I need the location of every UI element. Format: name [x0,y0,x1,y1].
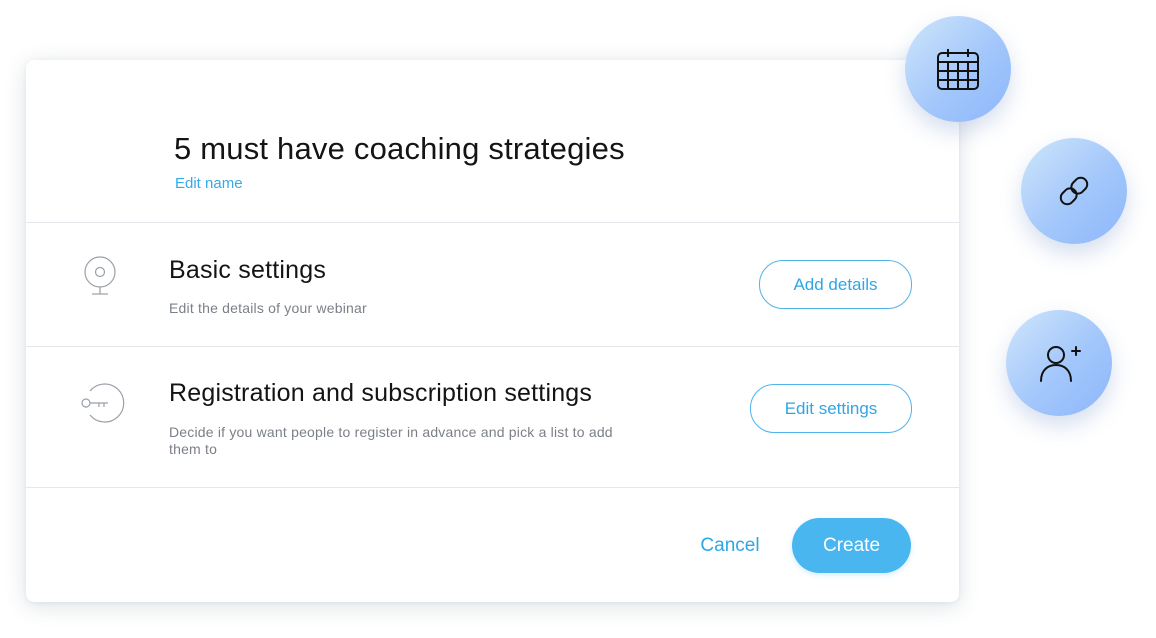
key-icon [78,379,126,427]
webcam-icon [78,250,126,298]
webinar-title: 5 must have coaching strategies [174,131,625,166]
dialog-footer: Cancel Create [26,488,959,602]
link-button[interactable] [1021,138,1127,244]
calendar-button[interactable] [905,16,1011,122]
registration-settings-section: Registration and subscription settings D… [26,347,959,488]
calendar-icon [937,49,979,90]
dialog-header: 5 must have coaching strategies Edit nam… [26,60,959,223]
basic-settings-section: Basic settings Edit the details of your … [26,223,959,347]
registration-settings-title: Registration and subscription settings [169,379,593,407]
basic-settings-title: Basic settings [169,256,327,284]
link-icon [1059,176,1089,206]
registration-settings-description: Decide if you want people to register in… [169,424,613,457]
add-user-icon [1040,346,1081,382]
basic-settings-description: Edit the details of your webinar [169,300,367,316]
add-user-button[interactable] [1006,310,1112,416]
edit-settings-button[interactable]: Edit settings [750,384,912,433]
create-webinar-dialog: 5 must have coaching strategies Edit nam… [26,60,959,602]
cancel-button[interactable]: Cancel [682,531,778,561]
create-button[interactable]: Create [792,518,911,573]
stage: 5 must have coaching strategies Edit nam… [0,0,1156,638]
add-details-button[interactable]: Add details [759,260,912,309]
edit-name-link[interactable]: Edit name [175,175,243,192]
